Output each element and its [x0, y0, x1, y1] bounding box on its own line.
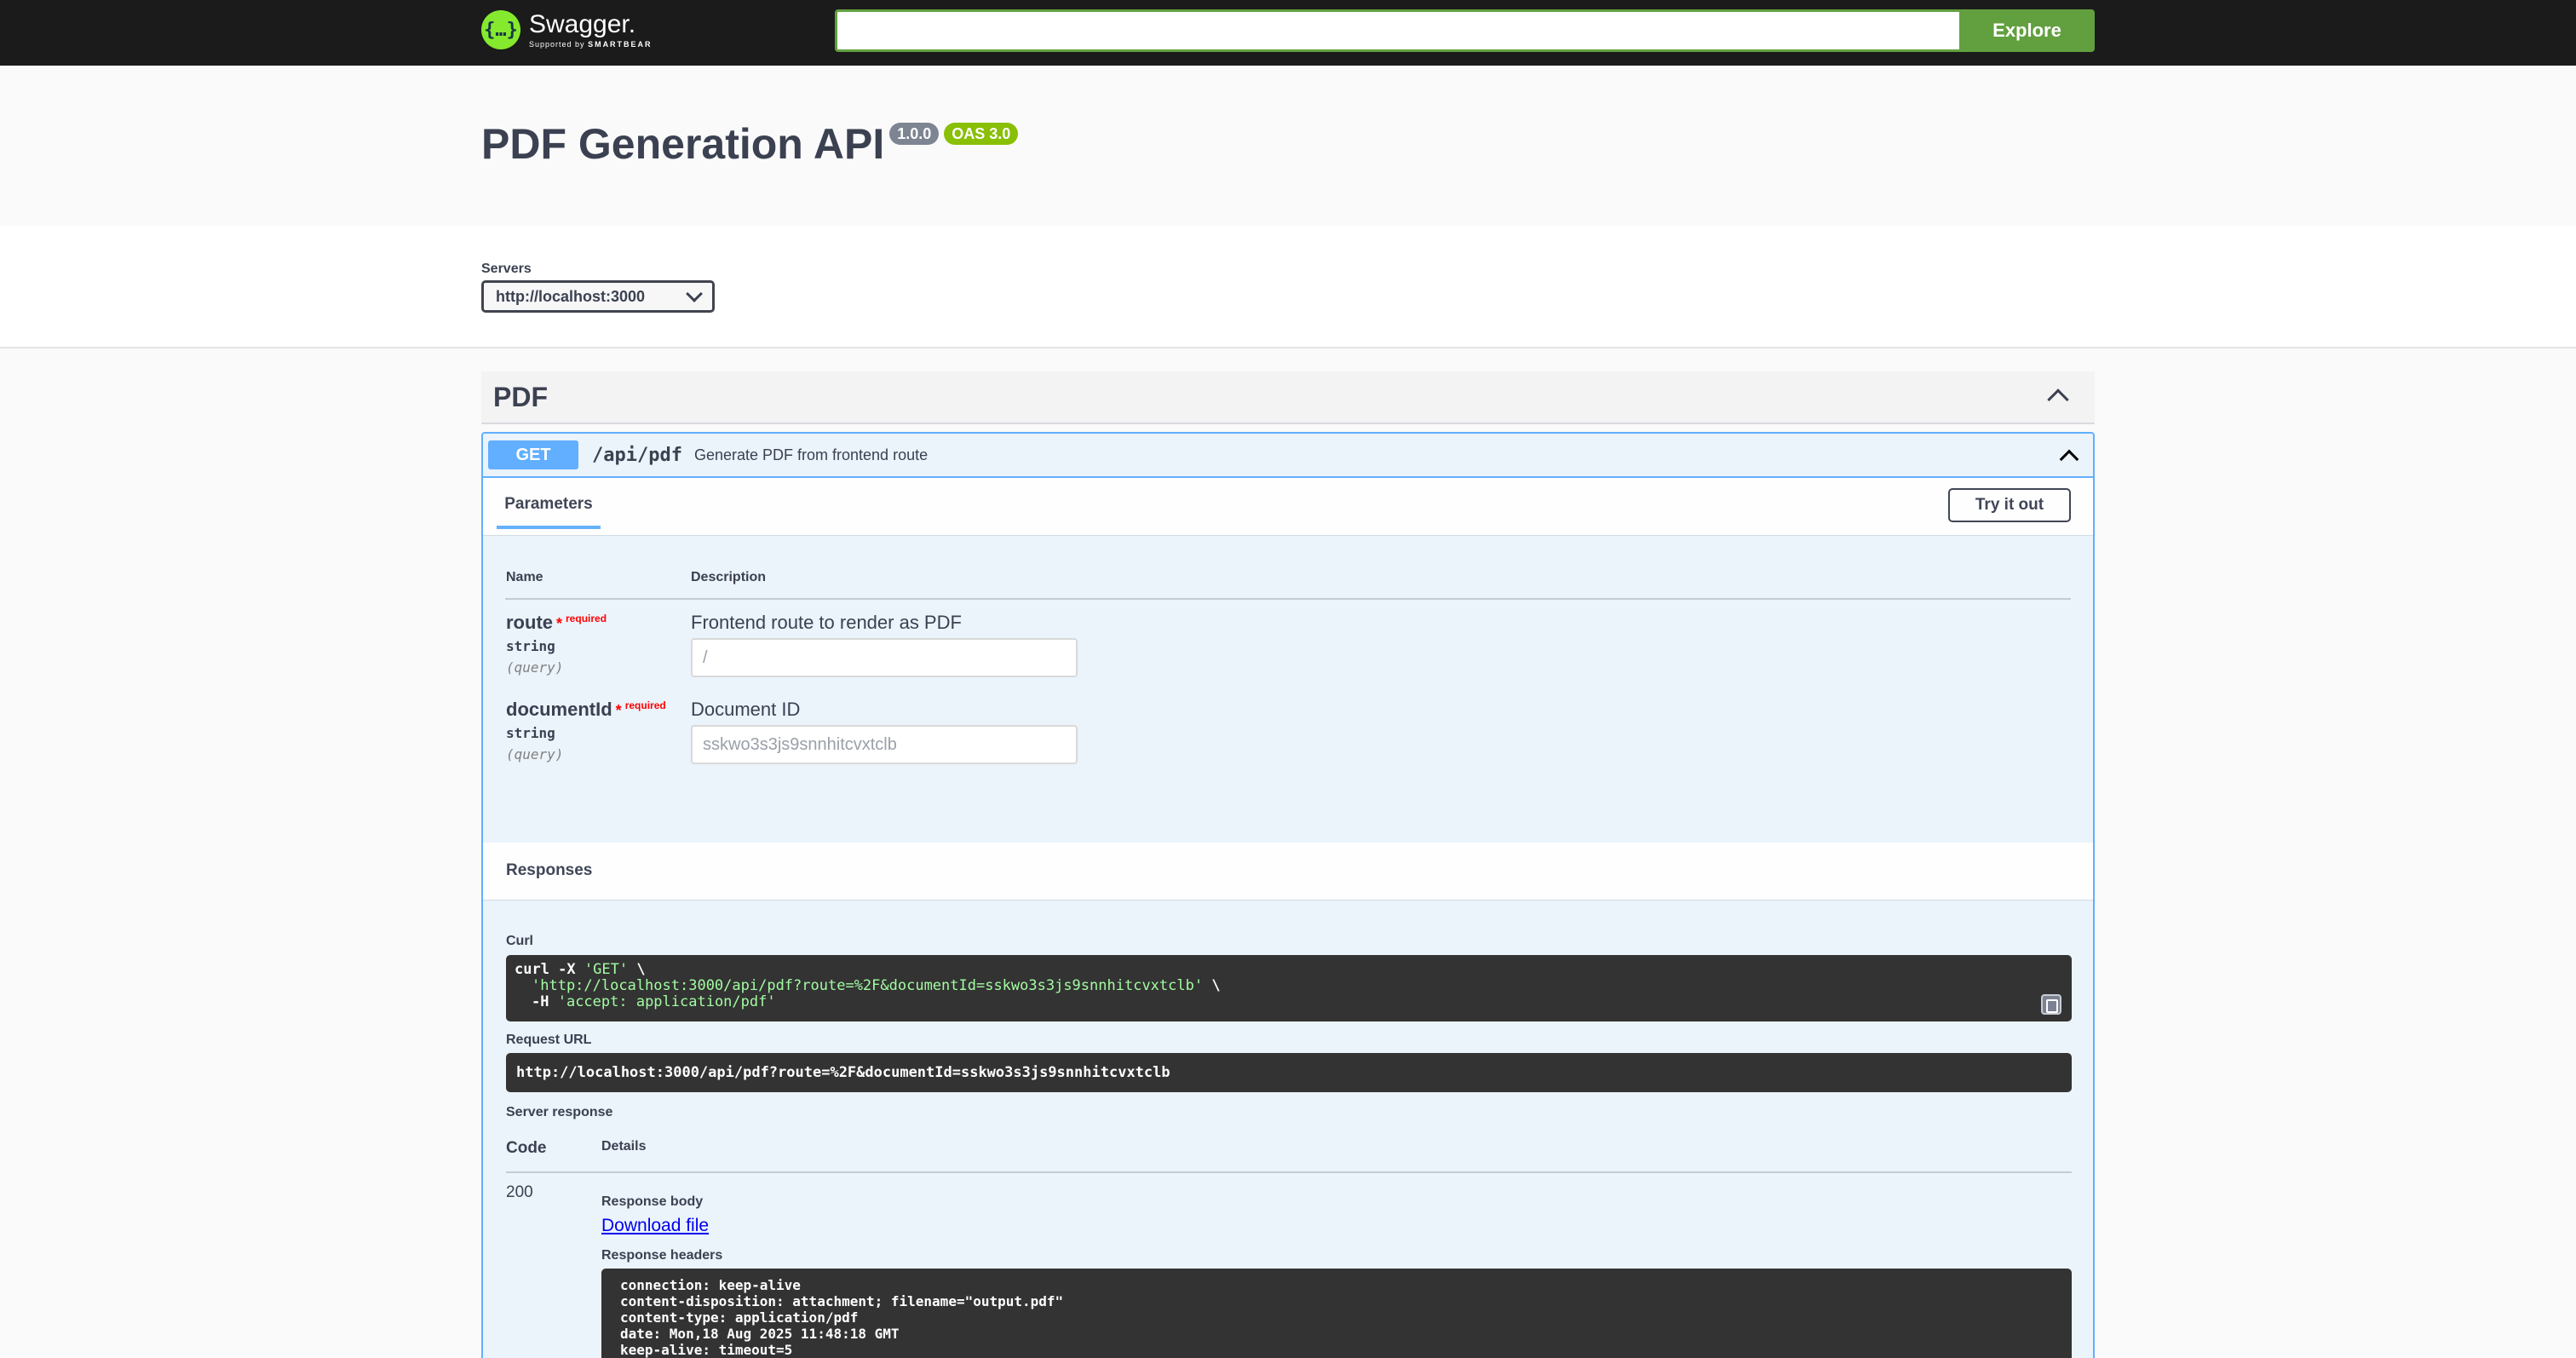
header-line: keep-alive: timeout=5: [620, 1342, 793, 1358]
header-line: connection: keep-alive: [620, 1277, 801, 1293]
logo-subtitle: Supported by SMARTBEAR: [529, 40, 653, 49]
response-headers-block[interactable]: connection: keep-alive content-dispositi…: [601, 1269, 2072, 1358]
column-header-description: Description: [691, 570, 767, 584]
explore-button[interactable]: Explore: [1959, 9, 2095, 52]
swagger-logo[interactable]: {…} Swagger. Supported by SMARTBEAR: [481, 6, 653, 54]
responses-title: Responses: [506, 861, 593, 879]
operation-summary: Generate PDF from frontend route: [693, 446, 929, 463]
method-badge: GET: [488, 440, 578, 469]
request-url-value: http://localhost:3000/api/pdf?route=%2F&…: [516, 1064, 1170, 1081]
opblock-summary[interactable]: GET /api/pdf Generate PDF from frontend …: [483, 434, 2093, 478]
route-input[interactable]: [691, 638, 1078, 677]
curl-line-3: -H 'accept: application/pdf': [515, 994, 2063, 1010]
swagger-logo-icon: {…}: [481, 10, 520, 49]
logo-sub-brand: SMARTBEAR: [588, 40, 653, 49]
collapse-chevron-icon[interactable]: [2059, 449, 2079, 469]
curl-line-1-cmd: curl -X: [515, 961, 584, 978]
try-it-out-button[interactable]: Try it out: [1948, 488, 2071, 522]
tab-parameters[interactable]: Parameters: [497, 495, 601, 529]
param-description: Frontend route to render as PDF: [691, 612, 962, 633]
param-type: string: [506, 725, 555, 741]
column-header-name: Name: [506, 570, 543, 584]
tag-pdf-header[interactable]: PDF: [481, 371, 2095, 424]
curl-code-block[interactable]: curl -X 'GET' \ 'http://localhost:3000/a…: [506, 955, 2072, 1021]
document-id-input[interactable]: [691, 725, 1078, 764]
required-label: required: [566, 612, 607, 624]
response-headers-label: Response headers: [601, 1248, 723, 1263]
request-url-block[interactable]: http://localhost:3000/api/pdf?route=%2F&…: [506, 1053, 2072, 1092]
param-type: string: [506, 638, 555, 654]
param-location: (query): [506, 659, 564, 676]
code-column-header: Code: [506, 1139, 547, 1157]
parameters-bar: Parameters Try it out: [483, 478, 2093, 536]
param-location: (query): [506, 746, 564, 762]
servers-selected-value: http://localhost:3000: [496, 287, 646, 305]
curl-label: Curl: [506, 934, 533, 948]
curl-line-2: 'http://localhost:3000/api/pdf?route=%2F…: [515, 978, 2063, 994]
responses-bar: Responses: [483, 843, 2093, 901]
servers-select[interactable]: http://localhost:3000: [481, 280, 715, 313]
curl-line-3-cmd: -H: [532, 993, 558, 1010]
header-line: date: Mon,18 Aug 2025 11:48:18 GMT: [620, 1326, 900, 1342]
param-description: Document ID: [691, 699, 801, 720]
chevron-down-icon: [686, 285, 703, 302]
param-name-route: route * required: [506, 612, 607, 634]
opblock-get-api-pdf: GET /api/pdf Generate PDF from frontend …: [481, 432, 2095, 1358]
info-section: [0, 66, 2576, 226]
curl-line-2-str: 'http://localhost:3000/api/pdf?route=%2F…: [532, 977, 1204, 994]
curl-line-3-str: 'accept: application/pdf': [557, 993, 776, 1010]
curl-line-1: curl -X 'GET' \: [515, 962, 2063, 978]
request-url-label: Request URL: [506, 1033, 592, 1047]
param-name-documentid: documentId * required: [506, 699, 666, 721]
server-response-label: Server response: [506, 1105, 613, 1119]
required-star: *: [615, 702, 622, 719]
logo-text: Swagger. Supported by SMARTBEAR: [529, 11, 653, 49]
required-label: required: [624, 699, 666, 711]
topbar: {…} Swagger. Supported by SMARTBEAR Expl…: [0, 0, 2576, 66]
header-divider: [505, 598, 2071, 600]
response-header-divider: [506, 1171, 2072, 1173]
param-name-text: route: [506, 612, 553, 633]
logo-title: Swagger.: [529, 10, 636, 38]
servers-label: Servers: [481, 262, 532, 276]
details-column-header: Details: [601, 1139, 647, 1154]
curl-line-1-end: \: [628, 961, 646, 978]
topbar-inner: {…} Swagger. Supported by SMARTBEAR Expl…: [481, 0, 2095, 66]
curl-line-2-end: \: [1203, 977, 1221, 994]
copy-icon[interactable]: [2041, 994, 2061, 1015]
required-star: *: [556, 615, 563, 632]
servers-section: Servers http://localhost:3000: [0, 226, 2576, 348]
curl-line-1-str: 'GET': [584, 961, 629, 978]
response-status-code: 200: [506, 1183, 533, 1201]
download-file-link[interactable]: Download file: [601, 1216, 709, 1236]
logo-sub-prefix: Supported by: [529, 40, 585, 49]
oas-badge: OAS 3.0: [944, 123, 1019, 145]
chevron-up-icon[interactable]: [2047, 388, 2069, 411]
version-badge: 1.0.0: [889, 123, 940, 145]
param-name-text: documentId: [506, 699, 612, 720]
header-line: content-disposition: attachment; filenam…: [620, 1293, 1064, 1309]
api-title-row: PDF Generation API 1.0.0 OAS 3.0: [481, 119, 1019, 169]
operation-path: /api/pdf: [592, 444, 682, 466]
definition-url-input[interactable]: [835, 9, 1964, 52]
header-line: content-type: application/pdf: [620, 1309, 859, 1326]
tag-title: PDF: [493, 381, 548, 412]
response-body-label: Response body: [601, 1194, 704, 1209]
api-title: PDF Generation API: [481, 120, 885, 168]
